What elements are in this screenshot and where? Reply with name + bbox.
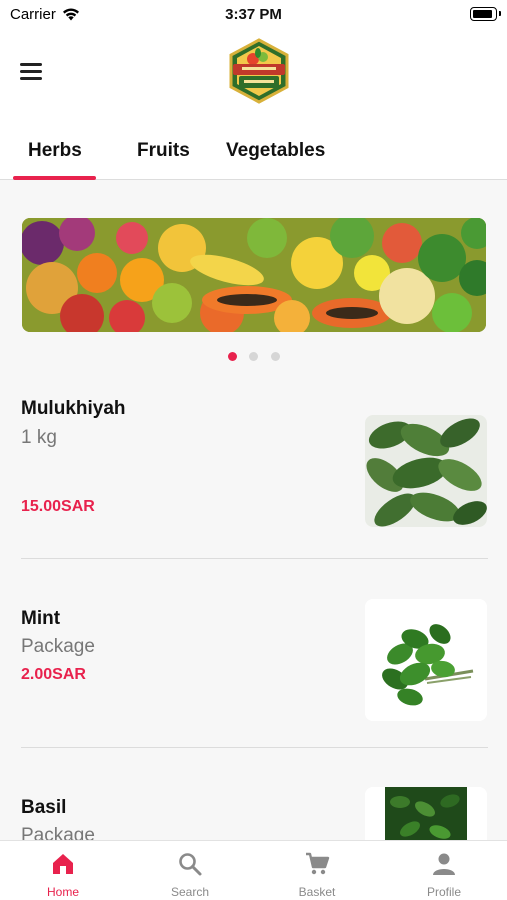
- product-item-mulukhiyah[interactable]: Mulukhiyah 1 kg 15.00SAR: [0, 385, 507, 555]
- product-item-mint[interactable]: Mint Package 2.00SAR: [0, 590, 507, 740]
- home-icon: [53, 854, 73, 874]
- mint-bunch-photo: [365, 599, 487, 721]
- carousel-dot-3[interactable]: [271, 352, 280, 361]
- basil-leaves-photo: [365, 787, 487, 840]
- menu-button[interactable]: [20, 58, 50, 84]
- assorted-fruits-photo: [22, 218, 486, 332]
- active-tab-indicator: [13, 176, 96, 180]
- nav-basket-label: Basket: [298, 885, 336, 899]
- product-price: 2.00SAR: [21, 666, 86, 683]
- nav-home-label: Home: [46, 885, 79, 899]
- carousel-dot-1[interactable]: [228, 352, 237, 361]
- status-bar: Carrier 3:37 PM: [0, 0, 507, 30]
- product-item-basil[interactable]: Basil Package: [0, 780, 507, 840]
- nav-search[interactable]: Search: [127, 841, 253, 900]
- status-time: 3:37 PM: [225, 6, 282, 23]
- promo-banner[interactable]: [22, 218, 486, 332]
- product-name: Mint: [21, 608, 61, 629]
- nav-profile[interactable]: Profile: [381, 841, 507, 900]
- battery-icon: [470, 7, 501, 21]
- hamburger-menu-icon: [20, 62, 42, 66]
- product-name: Basil: [21, 797, 67, 818]
- tab-herbs[interactable]: Herbs: [28, 140, 82, 162]
- list-divider: [21, 558, 488, 559]
- app-header: [0, 30, 507, 120]
- nav-search-label: Search: [170, 885, 210, 899]
- mulukhiyah-leaves-photo: [365, 415, 487, 527]
- category-tabs: Herbs Fruits Vegetables: [0, 120, 507, 180]
- product-unit: 1 kg: [21, 427, 57, 448]
- tab-vegetables[interactable]: Vegetables: [226, 140, 325, 162]
- nav-home[interactable]: Home: [0, 841, 126, 900]
- product-price: 15.00SAR: [21, 498, 95, 515]
- nav-basket[interactable]: Basket: [254, 841, 380, 900]
- nav-profile-label: Profile: [426, 885, 461, 899]
- list-divider: [21, 747, 488, 748]
- tab-fruits[interactable]: Fruits: [137, 140, 190, 162]
- profile-icon: [433, 853, 455, 875]
- bottom-navigation: Home Search Basket Profile: [0, 840, 507, 900]
- product-unit: Package: [21, 825, 95, 840]
- search-icon: [179, 853, 202, 876]
- cart-icon: [306, 852, 330, 875]
- store-logo[interactable]: [227, 38, 291, 104]
- carousel-dot-2[interactable]: [249, 352, 258, 361]
- carousel-dots: [0, 352, 507, 362]
- product-name: Mulukhiyah: [21, 398, 126, 419]
- product-unit: Package: [21, 636, 95, 657]
